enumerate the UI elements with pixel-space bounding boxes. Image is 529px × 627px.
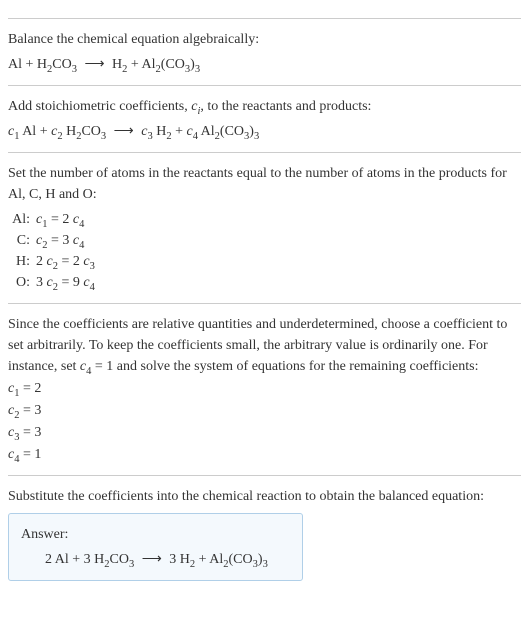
eq-sub: 3	[263, 559, 268, 570]
step-add-coefficients: Add stoichiometric coefficients, ci, to …	[8, 85, 521, 142]
eq-text: = 2	[58, 254, 83, 269]
atom-row: H: 2 c2 = 2 c3	[8, 251, 521, 272]
eq-text: Al + H	[8, 57, 47, 72]
coeff-sub: 4	[90, 282, 95, 293]
eq-sub: 3	[254, 131, 259, 142]
step-answer: Substitute the coefficients into the che…	[8, 475, 521, 581]
coeff-value: = 3	[19, 425, 41, 440]
coeff-value: = 3	[19, 403, 41, 418]
title-text: , to the reactants and products:	[200, 99, 371, 114]
eq-text: 3 H	[169, 552, 190, 567]
eq-sub: 3	[72, 64, 77, 75]
atom-label: Al:	[8, 209, 36, 230]
atom-equation-table: Al: c1 = 2 c4 C: c2 = 3 c4 H: 2 c2 = 2 c…	[8, 209, 521, 293]
eq-text: = 2	[47, 212, 72, 227]
answer-box: Answer: 2 Al + 3 H2CO3 ⟶ 3 H2 + Al2(CO3)…	[8, 513, 303, 581]
title-text: Add stoichiometric coefficients,	[8, 99, 191, 114]
title-text: = 1 and solve the system of equations fo…	[91, 359, 478, 374]
coeff-equation: c1 Al + c2 H2CO3 ⟶ c3 H2 + c4 Al2(CO3)3	[8, 121, 521, 142]
atom-eq: c2 = 3 c4	[36, 230, 84, 251]
eq-text: H	[153, 124, 167, 139]
step-title: Balance the chemical equation algebraica…	[8, 29, 521, 50]
eq-text: CO	[81, 124, 100, 139]
eq-text: Al +	[19, 124, 51, 139]
eq-text: (CO	[220, 124, 244, 139]
eq-text: = 3	[47, 233, 72, 248]
coeff-value: = 1	[19, 447, 41, 462]
eq-sub: 3	[195, 64, 200, 75]
atom-label: C:	[8, 230, 36, 251]
coeff-sub: 4	[79, 240, 84, 251]
atom-eq: c1 = 2 c4	[36, 209, 84, 230]
eq-text: H	[63, 124, 77, 139]
atom-row: O: 3 c2 = 9 c4	[8, 272, 521, 293]
eq-text: +	[172, 124, 187, 139]
atom-row: C: c2 = 3 c4	[8, 230, 521, 251]
eq-text: (CO	[229, 552, 253, 567]
coeff-solution: c2 = 3	[8, 400, 521, 421]
atom-label: O:	[8, 272, 36, 293]
step-title: Add stoichiometric coefficients, ci, to …	[8, 96, 521, 117]
eq-text: 2 Al + 3 H	[45, 552, 104, 567]
step-balance: Balance the chemical equation algebraica…	[8, 18, 521, 75]
eq-text: = 9	[58, 275, 83, 290]
step-title: Since the coefficients are relative quan…	[8, 314, 521, 377]
eq-sub: 3	[129, 559, 134, 570]
atom-label: H:	[8, 251, 36, 272]
step-title: Substitute the coefficients into the che…	[8, 486, 521, 507]
eq-text: 2	[36, 254, 47, 269]
eq-text: H	[112, 57, 122, 72]
eq-sub: 3	[101, 131, 106, 142]
eq-text: 3	[36, 275, 47, 290]
eq-text: Al	[198, 124, 215, 139]
arrow-icon: ⟶	[84, 57, 104, 72]
coefficient-solutions: c1 = 2 c2 = 3 c3 = 3 c4 = 1	[8, 378, 521, 465]
step-atom-equations: Set the number of atoms in the reactants…	[8, 152, 521, 293]
coeff-value: = 2	[19, 381, 41, 396]
eq-text: + Al	[195, 552, 223, 567]
coeff-sub: 3	[90, 261, 95, 272]
coeff-solution: c4 = 1	[8, 444, 521, 465]
eq-text: + Al	[127, 57, 155, 72]
eq-text: CO	[109, 552, 128, 567]
atom-row: Al: c1 = 2 c4	[8, 209, 521, 230]
eq-text: (CO	[161, 57, 185, 72]
balanced-equation: 2 Al + 3 H2CO3 ⟶ 3 H2 + Al2(CO3)3	[21, 549, 290, 570]
coeff-solution: c3 = 3	[8, 422, 521, 443]
coeff-solution: c1 = 2	[8, 378, 521, 399]
arrow-icon: ⟶	[142, 552, 162, 567]
step-title: Set the number of atoms in the reactants…	[8, 163, 521, 205]
step-solve: Since the coefficients are relative quan…	[8, 303, 521, 465]
atom-eq: 3 c2 = 9 c4	[36, 272, 95, 293]
atom-eq: 2 c2 = 2 c3	[36, 251, 95, 272]
unbalanced-equation: Al + H2CO3 ⟶ H2 + Al2(CO3)3	[8, 54, 521, 75]
arrow-icon: ⟶	[114, 124, 134, 139]
answer-label: Answer:	[21, 524, 290, 545]
coeff-sub: 4	[79, 219, 84, 230]
eq-text: CO	[52, 57, 71, 72]
